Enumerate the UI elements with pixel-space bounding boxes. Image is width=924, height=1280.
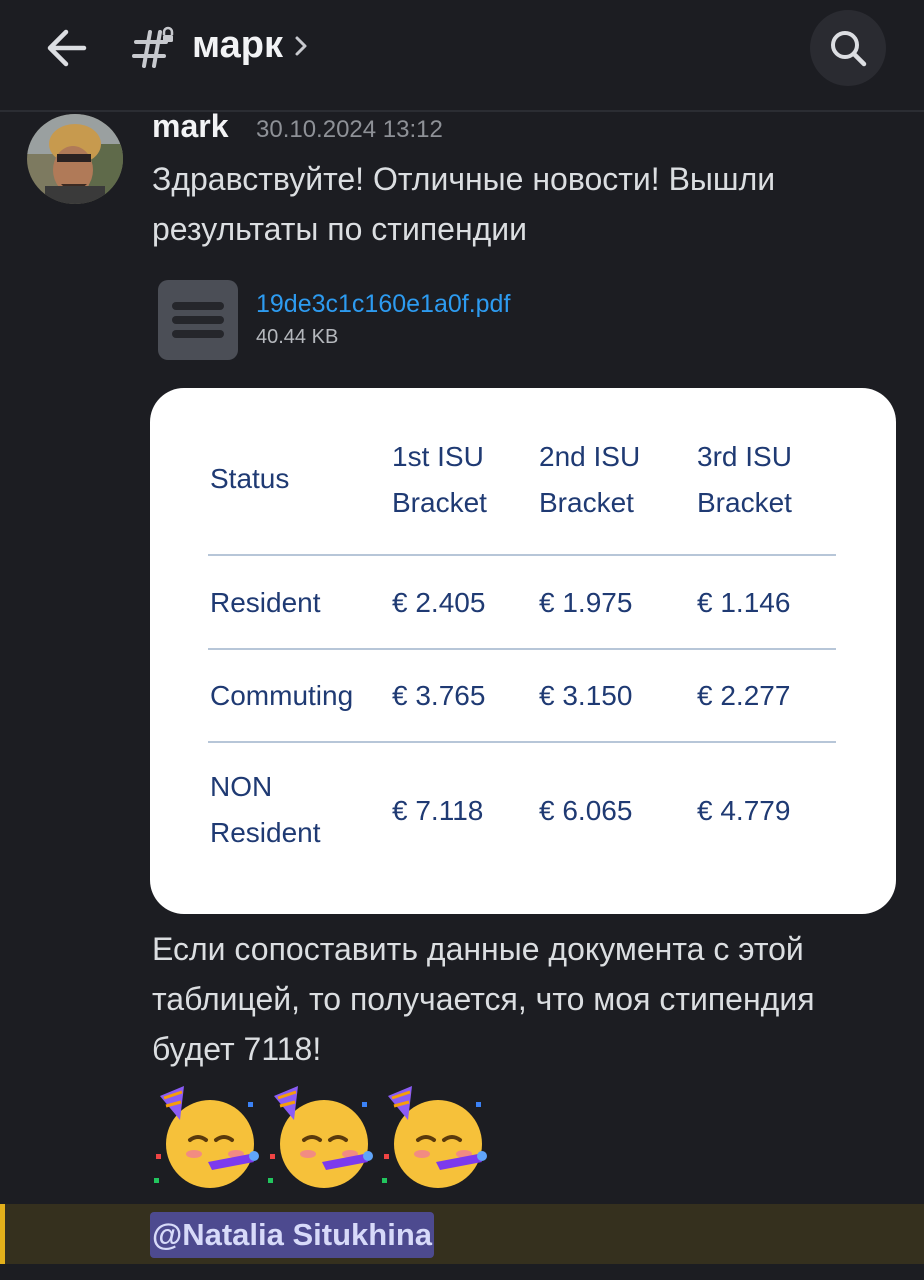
search-icon (831, 31, 867, 67)
partying-face-emoji-icon[interactable] (378, 1082, 490, 1194)
table-cell: Commuting (210, 680, 354, 711)
chevron-right-icon (295, 36, 307, 55)
table-cell: € 1.975 (539, 587, 633, 618)
bottom-strip (0, 1264, 924, 1280)
channel-title[interactable]: марк (192, 24, 309, 67)
table-row: Commuting € 3.765 € 3.150 € 2.277 (208, 649, 838, 743)
message-timestamp: 30.10.2024 13:12 (256, 116, 443, 143)
channel-hash-lock-icon (132, 26, 174, 68)
channel-name-label: марк (192, 24, 283, 66)
table-row: NON Resident € 7.118 € 6.065 € 4.779 (208, 742, 838, 882)
avatar[interactable] (27, 114, 123, 204)
message-text: Если сопоставить данные документа с этой… (152, 931, 815, 1067)
table-header-row: Status 1st ISU Bracket 2nd ISU Bracket 3… (208, 434, 838, 556)
avatar-image (27, 114, 123, 204)
top-bar: марк (0, 0, 924, 112)
partying-face-emoji-icon[interactable] (264, 1082, 376, 1194)
table-cell: € 3.765 (392, 680, 486, 711)
scholarship-table: Status 1st ISU Bracket 2nd ISU Bracket 3… (208, 434, 838, 882)
table-cell: € 2.277 (697, 680, 791, 711)
file-icon[interactable] (158, 280, 238, 360)
table-cell: Resident (210, 587, 321, 618)
user-mention[interactable]: @Natalia Situkhina (150, 1212, 435, 1258)
author-name[interactable]: mark (152, 108, 229, 145)
back-button[interactable] (38, 22, 94, 74)
attachment-file-size: 40.44 KB (256, 326, 339, 348)
mention-accent-bar (0, 1204, 5, 1264)
table-header-cell: 3rd ISU Bracket (697, 441, 792, 518)
emoji-row (150, 1082, 490, 1198)
table-cell: € 4.779 (697, 795, 791, 826)
table-row: Resident € 2.405 € 1.975 € 1.146 (208, 556, 838, 650)
partying-face-emoji-icon[interactable] (150, 1082, 262, 1194)
message-text: Здравствуйте! Отличные новости! Вышли ре… (152, 161, 776, 247)
arrow-left-icon (47, 29, 87, 67)
image-attachment-table[interactable]: Status 1st ISU Bracket 2nd ISU Bracket 3… (150, 388, 896, 914)
table-header-cell: 1st ISU Bracket (392, 441, 487, 518)
table-cell: € 1.146 (697, 587, 791, 618)
table-cell: € 6.065 (539, 795, 633, 826)
table-cell: € 3.150 (539, 680, 633, 711)
table-cell: € 7.118 (392, 795, 484, 826)
mention-highlight-row: @Natalia Situkhina (0, 1204, 924, 1264)
table-header-cell: Status (210, 463, 290, 494)
table-cell: NON Resident (210, 771, 321, 848)
table-header-cell: 2nd ISU Bracket (539, 441, 641, 518)
attachment-file-name[interactable]: 19de3c1c160e1a0f.pdf (256, 290, 510, 319)
table-cell: € 2.405 (392, 587, 486, 618)
search-button[interactable] (810, 10, 886, 86)
